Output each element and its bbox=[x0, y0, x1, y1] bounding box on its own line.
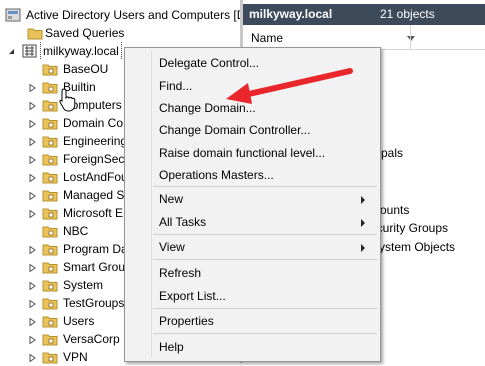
menu-item-raise-functional-level[interactable]: Raise domain functional level... bbox=[159, 146, 325, 160]
ou-folder-icon bbox=[42, 171, 58, 184]
ou-folder-icon bbox=[42, 279, 58, 292]
menu-item-refresh[interactable]: Refresh bbox=[159, 266, 201, 280]
tree-item-label: Managed Se bbox=[63, 188, 132, 202]
menu-item-help[interactable]: Help bbox=[159, 340, 184, 354]
collapsed-chevron-icon[interactable] bbox=[29, 174, 36, 182]
tree-item-label: LostAndFou bbox=[63, 170, 128, 184]
tree-item-label: VPN bbox=[63, 350, 88, 364]
menu-item-new[interactable]: New bbox=[159, 192, 183, 206]
details-title: milkyway.local bbox=[249, 7, 333, 21]
ou-folder-icon bbox=[42, 81, 58, 94]
menu-item-change-domain-controller[interactable]: Change Domain Controller... bbox=[159, 123, 310, 137]
menu-separator bbox=[153, 234, 377, 235]
collapsed-chevron-icon[interactable] bbox=[29, 84, 36, 92]
menu-item-properties[interactable]: Properties bbox=[159, 314, 214, 328]
collapsed-chevron-icon[interactable] bbox=[29, 156, 36, 164]
ou-folder-icon bbox=[42, 315, 58, 328]
annotation-arrow-icon bbox=[226, 68, 353, 104]
ou-folder-icon bbox=[42, 351, 58, 364]
submenu-arrow-icon bbox=[361, 244, 365, 252]
collapsed-chevron-icon[interactable] bbox=[29, 336, 36, 344]
ou-folder-icon bbox=[42, 297, 58, 310]
sort-arrow-icon bbox=[407, 30, 415, 44]
menu-separator bbox=[153, 308, 377, 309]
menu-separator bbox=[153, 333, 377, 334]
ou-folder-icon bbox=[42, 117, 58, 130]
collapsed-chevron-icon[interactable] bbox=[29, 300, 36, 308]
tree-item-label: Saved Queries bbox=[45, 26, 125, 40]
collapsed-chevron-icon[interactable] bbox=[29, 192, 36, 200]
tree-item-label: Engineering bbox=[63, 134, 128, 148]
collapsed-chevron-icon[interactable] bbox=[29, 210, 36, 218]
submenu-arrow-icon bbox=[361, 196, 365, 204]
collapsed-chevron-icon[interactable] bbox=[29, 120, 36, 128]
tree-item-saved-queries[interactable]: Saved Queries bbox=[0, 24, 240, 42]
tree-item-label: Domain Co bbox=[63, 116, 124, 130]
tree-item-label: VersaCorp bbox=[63, 332, 120, 346]
domain-icon bbox=[22, 44, 38, 58]
collapsed-chevron-icon[interactable] bbox=[29, 264, 36, 272]
menu-item-export-list[interactable]: Export List... bbox=[159, 289, 226, 303]
folder-icon bbox=[27, 27, 43, 40]
ou-folder-icon bbox=[42, 333, 58, 346]
menu-separator bbox=[153, 259, 377, 260]
ou-folder-icon bbox=[42, 135, 58, 148]
tree-item-label: Smart Grou bbox=[63, 260, 126, 274]
menu-item-find[interactable]: Find... bbox=[159, 79, 192, 93]
ou-folder-icon bbox=[42, 189, 58, 202]
ou-folder-icon bbox=[42, 243, 58, 256]
ou-folder-icon bbox=[42, 99, 58, 112]
ou-folder-icon bbox=[42, 225, 58, 238]
domain-label: milkyway.local bbox=[40, 42, 122, 60]
tree-root-label: Active Directory Users and Computers [D bbox=[26, 8, 240, 22]
tree-item-label: TestGroups bbox=[63, 296, 125, 310]
column-header-name[interactable]: Name bbox=[251, 31, 283, 45]
collapsed-chevron-icon[interactable] bbox=[29, 138, 36, 146]
ou-folder-icon bbox=[42, 63, 58, 76]
menu-item-all-tasks[interactable]: All Tasks bbox=[159, 215, 206, 229]
list-item[interactable]: System Objects bbox=[371, 240, 455, 254]
tree-item-label: Microsoft E bbox=[63, 206, 124, 220]
tree-item-label: Program Da bbox=[63, 242, 128, 256]
details-header: milkyway.local 21 objects bbox=[243, 4, 485, 25]
expanded-chevron-icon[interactable] bbox=[8, 48, 15, 55]
menu-item-operations-masters[interactable]: Operations Masters... bbox=[159, 168, 274, 182]
ou-folder-icon bbox=[42, 261, 58, 274]
tree-item-label: System bbox=[63, 278, 104, 292]
collapsed-chevron-icon[interactable] bbox=[29, 282, 36, 290]
tree-item-label: Users bbox=[63, 314, 95, 328]
menu-separator bbox=[153, 186, 377, 187]
ou-folder-icon bbox=[42, 207, 58, 220]
tree-item-label: NBC bbox=[63, 224, 89, 238]
tree-item-root[interactable]: Active Directory Users and Computers [D bbox=[0, 6, 240, 24]
list-item[interactable]: ecurity Groups bbox=[370, 221, 448, 235]
submenu-arrow-icon bbox=[361, 219, 365, 227]
list-item[interactable]: pals bbox=[381, 146, 403, 160]
collapsed-chevron-icon[interactable] bbox=[29, 354, 36, 362]
menu-item-view[interactable]: View bbox=[159, 240, 185, 254]
hand-cursor-icon bbox=[59, 88, 76, 112]
column-separator[interactable] bbox=[410, 25, 411, 49]
menu-gutter bbox=[151, 50, 152, 358]
ou-folder-icon bbox=[42, 153, 58, 166]
tree-item-label: ForeignSecu bbox=[63, 152, 132, 166]
collapsed-chevron-icon[interactable] bbox=[29, 102, 36, 110]
object-count: 21 objects bbox=[380, 7, 435, 21]
collapsed-chevron-icon[interactable] bbox=[29, 318, 36, 326]
aduc-icon bbox=[5, 8, 21, 22]
collapsed-chevron-icon[interactable] bbox=[29, 246, 36, 254]
tree-item-label: BaseOU bbox=[63, 62, 109, 76]
